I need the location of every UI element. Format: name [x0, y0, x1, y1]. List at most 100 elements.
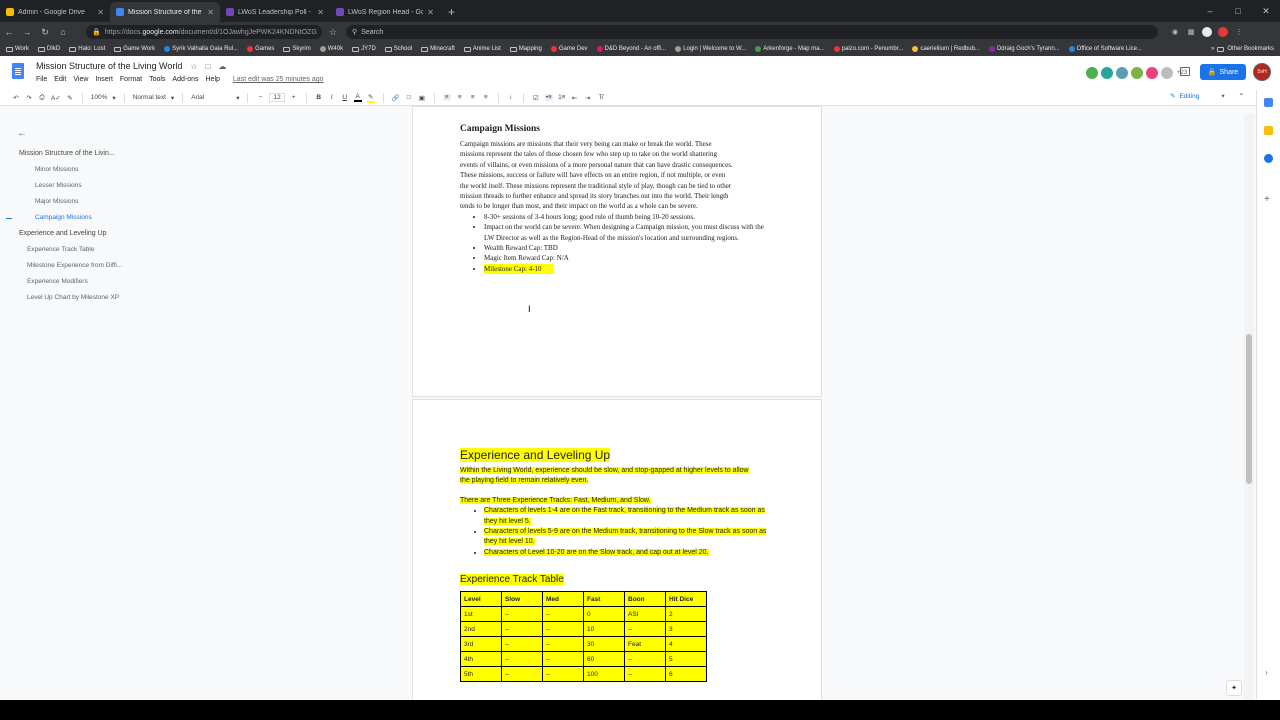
pocket-icon[interactable]: ◉	[1170, 27, 1180, 37]
browser-tab[interactable]: LWoS Region Head - Google Fo✕	[330, 2, 440, 22]
search-bar[interactable]: ⚲ Search	[346, 25, 1158, 39]
decrease-indent-icon[interactable]: ⇤	[571, 94, 579, 102]
browser-tab[interactable]: LWoS Leadership Poll - Google ✕	[220, 2, 330, 22]
zoom-select[interactable]: 100%	[91, 94, 108, 101]
table-cell[interactable]: 1st	[460, 606, 502, 623]
table-cell[interactable]: --	[542, 666, 584, 683]
close-tab-icon[interactable]: ✕	[207, 8, 214, 17]
outline-item[interactable]: Minor Missions	[35, 166, 78, 173]
forward-icon[interactable]: →	[18, 23, 36, 41]
collapse-menus-icon[interactable]: ⌃	[1238, 92, 1245, 101]
font-size-decrease-icon[interactable]: −	[256, 94, 264, 101]
underline-icon[interactable]: U	[341, 94, 349, 101]
keep-icon[interactable]	[1264, 126, 1273, 135]
table-cell[interactable]: 4th	[460, 651, 502, 668]
avatar[interactable]	[1085, 66, 1099, 80]
scrollbar-thumb[interactable]	[1246, 334, 1252, 484]
editing-mode-select[interactable]: ✎ Editing ▾	[1170, 92, 1225, 101]
avatar[interactable]	[1115, 66, 1129, 80]
increase-indent-icon[interactable]: ⇥	[584, 94, 592, 102]
comment-history-icon[interactable]	[1180, 67, 1190, 76]
line-spacing-icon[interactable]: ↕	[507, 94, 515, 101]
table-cell[interactable]: 3rd	[460, 636, 502, 653]
minimize-icon[interactable]: –	[1196, 0, 1224, 22]
last-edit-link[interactable]: Last edit was 25 minutes ago	[233, 76, 324, 83]
table-cell[interactable]: --	[501, 651, 543, 668]
avatar[interactable]	[1145, 66, 1159, 80]
bookmark-item[interactable]: W40k	[319, 46, 343, 52]
bookmark-item[interactable]: Work	[6, 46, 29, 52]
table-cell[interactable]: 6	[665, 666, 707, 683]
table-header-cell[interactable]: Hit Dice	[665, 591, 707, 608]
outline-item[interactable]: Campaign Missions	[35, 214, 92, 221]
align-left-icon[interactable]: ≡	[442, 94, 451, 101]
bookmark-item[interactable]: Games	[247, 46, 274, 52]
bookmark-item[interactable]: Skyrim	[283, 46, 311, 52]
table-cell[interactable]: 2	[665, 606, 707, 623]
reload-icon[interactable]: ↻	[36, 23, 54, 41]
table-cell[interactable]: 5	[665, 651, 707, 668]
outline-item[interactable]: Lesser Missions	[35, 182, 82, 189]
link-icon[interactable]: 🔗	[392, 94, 400, 102]
checklist-icon[interactable]: ☑	[532, 94, 540, 102]
table-cell[interactable]: --	[542, 636, 584, 653]
table-cell[interactable]: --	[542, 621, 584, 638]
bookmark-item[interactable]: Anime List	[463, 46, 501, 52]
table-cell[interactable]: ASI	[624, 606, 666, 623]
style-select[interactable]: Normal text	[133, 94, 166, 101]
bookmark-item[interactable]: Minecraft	[421, 46, 455, 52]
table-cell[interactable]: --	[501, 621, 543, 638]
bookmark-item[interactable]: caerieliium | Redbub...	[912, 46, 980, 52]
doc-title[interactable]: Mission Structure of the Living World	[36, 61, 182, 71]
font-size-input[interactable]: 12	[269, 93, 285, 102]
align-center-icon[interactable]: ≡	[456, 94, 464, 101]
avatar[interactable]	[1130, 66, 1144, 80]
italic-icon[interactable]: I	[328, 94, 336, 101]
table-cell[interactable]: 60	[583, 651, 625, 668]
add-on-plus-icon[interactable]: +	[1264, 194, 1270, 205]
outline-item[interactable]: Mission Structure of the Livin...	[19, 150, 115, 157]
outline-item[interactable]: Experience Modifiers	[27, 278, 88, 285]
menu-view[interactable]: View	[73, 76, 88, 83]
bookmark-item[interactable]: Game Dev	[550, 46, 588, 52]
bold-icon[interactable]: B	[315, 94, 323, 101]
bookmark-item[interactable]: Mapping	[509, 46, 542, 52]
table-cell[interactable]: 10	[583, 621, 625, 638]
user-avatar[interactable]: SvH	[1253, 63, 1271, 81]
table-cell[interactable]: 2nd	[460, 621, 502, 638]
table-cell[interactable]: --	[624, 666, 666, 683]
align-right-icon[interactable]: ≡	[469, 94, 477, 101]
table-cell[interactable]: --	[624, 621, 666, 638]
record-icon[interactable]	[1218, 27, 1228, 37]
table-cell[interactable]: --	[501, 636, 543, 653]
menu-file[interactable]: File	[36, 76, 47, 83]
print-icon[interactable]: ⎙	[38, 94, 46, 102]
calendar-icon[interactable]	[1264, 98, 1273, 107]
table-cell[interactable]: 100	[583, 666, 625, 683]
menu-icon[interactable]: ⋮	[1234, 27, 1244, 37]
new-tab-icon[interactable]: +	[440, 5, 463, 22]
comment-icon[interactable]: □	[405, 94, 413, 101]
github-icon[interactable]	[1202, 27, 1212, 37]
numbered-list-icon[interactable]: 1≡	[558, 94, 566, 101]
docs-logo-icon[interactable]	[12, 63, 24, 79]
table-cell[interactable]: 30	[583, 636, 625, 653]
browser-tab[interactable]: Admin - Google Drive ✕	[0, 2, 110, 22]
table-header-cell[interactable]: Level	[460, 591, 502, 608]
menu-tools[interactable]: Tools	[149, 76, 165, 83]
outline-item[interactable]: Major Missions	[35, 198, 78, 205]
bookmark-item[interactable]: Arkenforge - Map ma...	[755, 46, 825, 52]
bookmark-item[interactable]: D&D Beyond - An offi...	[596, 46, 666, 52]
table-cell[interactable]: 4	[665, 636, 707, 653]
extension-icon[interactable]: ▩	[1186, 27, 1196, 37]
show-panel-chevron-icon[interactable]: ›	[1265, 668, 1268, 677]
move-folder-icon[interactable]: □	[206, 62, 211, 71]
table-header-cell[interactable]: Slow	[501, 591, 543, 608]
experience-track-table[interactable]: Level Slow Med Fast Boon Hit Dice 1st -- -- 0 ASI 2…	[460, 591, 707, 683]
share-button[interactable]: 🔒 Share	[1200, 64, 1246, 80]
bookmark-item[interactable]: Halo: Lost	[69, 46, 105, 52]
bookmark-item[interactable]: Office of Software Lice...	[1068, 46, 1142, 52]
bookmark-item[interactable]: Ddraig Goch's Tyrann...	[988, 46, 1060, 52]
undo-icon[interactable]: ↶	[12, 94, 20, 102]
bookmark-item[interactable]: Login | Welcome to W...	[675, 46, 746, 52]
